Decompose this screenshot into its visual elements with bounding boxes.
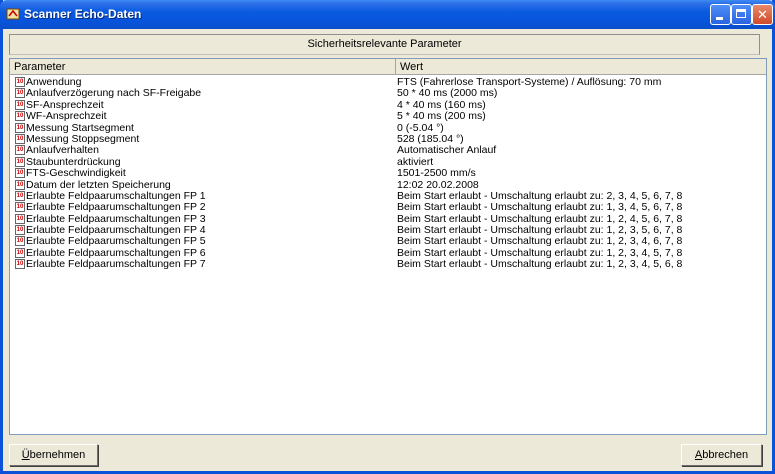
parameter-icon: 10 (15, 156, 25, 167)
parameter-value: Beim Start erlaubt - Umschaltung erlaubt… (397, 212, 683, 225)
title-bar[interactable]: Scanner Echo-Daten ✕ (0, 0, 775, 29)
table-row[interactable]: 10 Anlaufverzögerung nach SF-Freigabe 50 *… (10, 88, 766, 99)
parameter-value: Automatischer Anlauf (397, 144, 497, 157)
table-row[interactable]: 10 Anlaufverhalten Automatischer Anlauf (10, 145, 766, 156)
parameter-icon: 10 (15, 225, 25, 236)
table-row[interactable]: 10 Messung Stoppsegment 528 (185.04 °) (10, 132, 766, 145)
parameter-value: Beim Start erlaubt - Umschaltung erlaubt… (397, 189, 683, 202)
parameter-icon: 10 (15, 202, 25, 213)
parameter-value: 12:02 20.02.2008 (397, 178, 479, 191)
table-row[interactable]: 10 SF-Ansprechzeit 4 * 40 ms (160 ms) (10, 98, 766, 111)
parameter-value: 5 * 40 ms (200 ms) (397, 110, 486, 123)
cancel-button-label: bbrechen (702, 449, 749, 461)
close-icon: ✕ (757, 7, 768, 22)
parameter-name: Erlaubte Feldpaarumschaltungen FP 1 (26, 189, 206, 202)
parameter-icon: 10 (15, 236, 25, 247)
minimize-button[interactable] (710, 4, 731, 25)
parameter-value: 50 * 40 ms (2000 ms) (397, 87, 498, 100)
parameter-name: Erlaubte Feldpaarumschaltungen FP 3 (26, 212, 206, 225)
apply-button[interactable]: Übernehmen (9, 444, 98, 466)
parameter-name: Messung Stoppsegment (26, 132, 140, 145)
parameter-value: Beim Start erlaubt - Umschaltung erlaubt… (397, 235, 683, 248)
parameter-value: Beim Start erlaubt - Umschaltung erlaubt… (397, 201, 683, 214)
parameter-name: Messung Startsegment (26, 121, 134, 134)
parameter-icon: 10 (15, 122, 25, 133)
parameter-icon: 10 (15, 111, 25, 122)
parameter-value: 1501-2500 mm/s (397, 167, 476, 180)
parameter-value: Beim Start erlaubt - Umschaltung erlaubt… (397, 258, 683, 271)
parameter-name: Anlaufverzögerung nach SF-Freigabe (26, 87, 202, 100)
parameter-value: Beim Start erlaubt - Umschaltung erlaubt… (397, 246, 683, 259)
parameter-icon: 10 (15, 247, 25, 258)
apply-button-label: bernehmen (29, 449, 86, 461)
parameter-name: Erlaubte Feldpaarumschaltungen FP 2 (26, 201, 206, 214)
parameter-name: WF-Ansprechzeit (26, 110, 107, 123)
parameter-icon: 10 (15, 168, 25, 179)
table-row[interactable]: 10 FTS-Geschwindigkeit 1501-2500 mm/s (10, 168, 766, 179)
table-row[interactable]: 10 WF-Ansprechzeit 5 * 40 ms (200 ms) (10, 111, 766, 122)
parameter-name: Datum der letzten Speicherung (26, 178, 171, 191)
table-row[interactable]: 10 Erlaubte Feldpaarumschaltungen FP 7 Bei… (10, 259, 766, 270)
parameter-icon: 10 (15, 99, 25, 110)
parameter-value: FTS (Fahrerlose Transport-Systeme) / Auf… (397, 76, 662, 88)
parameter-value: 4 * 40 ms (160 ms) (397, 98, 486, 111)
cancel-button[interactable]: Abbrechen (681, 444, 762, 466)
parameter-icon: 10 (15, 77, 25, 87)
parameter-icon: 10 (15, 259, 25, 270)
parameter-icon: 10 (15, 190, 25, 201)
parameter-name: SF-Ansprechzeit (26, 98, 104, 111)
parameter-name: Anwendung (26, 76, 82, 88)
parameter-value: 528 (185.04 °) (397, 132, 464, 145)
parameter-icon: 10 (15, 145, 25, 156)
minimize-icon (716, 17, 723, 20)
parameter-name: Anlaufverhalten (26, 144, 99, 157)
column-header-value[interactable]: Wert (396, 59, 766, 75)
parameter-value: 0 (-5.04 °) (397, 121, 444, 134)
column-header-parameter[interactable]: Parameter (10, 59, 396, 75)
window-title: Scanner Echo-Daten (24, 7, 142, 21)
app-icon (6, 8, 20, 20)
parameter-name: Erlaubte Feldpaarumschaltungen FP 5 (26, 235, 206, 248)
parameter-value: aktiviert (397, 155, 434, 168)
maximize-icon (736, 9, 746, 18)
parameter-value: Beim Start erlaubt - Umschaltung erlaubt… (397, 224, 683, 237)
parameter-name: Erlaubte Feldpaarumschaltungen FP 6 (26, 246, 206, 259)
parameter-rows: 10 Anwendung FTS (Fahrerlose Transport-Sys… (10, 77, 766, 271)
table-row[interactable]: 10 Erlaubte Feldpaarumschaltungen FP 2 Bei… (10, 202, 766, 213)
apply-button-mnemonic: Ü (21, 449, 30, 461)
parameter-icon: 10 (15, 88, 25, 99)
scanner-echo-window: Scanner Echo-Daten ✕ Sicherheitsrelevant… (0, 0, 775, 474)
parameter-icon: 10 (15, 179, 25, 190)
parameter-name: Erlaubte Feldpaarumschaltungen FP 7 (26, 258, 206, 271)
parameter-list[interactable]: Parameter Wert 10 Anwendung FTS (Fahrerlos… (9, 58, 767, 435)
section-header: Sicherheitsrelevante Parameter (9, 34, 760, 55)
parameter-icon: 10 (15, 133, 25, 144)
parameter-name: FTS-Geschwindigkeit (26, 167, 126, 180)
close-button[interactable]: ✕ (752, 4, 773, 25)
maximize-button[interactable] (731, 4, 752, 25)
parameter-icon: 10 (15, 213, 25, 224)
parameter-name: Erlaubte Feldpaarumschaltungen FP 4 (26, 224, 206, 237)
parameter-name: Staubunterdrückung (26, 155, 121, 168)
